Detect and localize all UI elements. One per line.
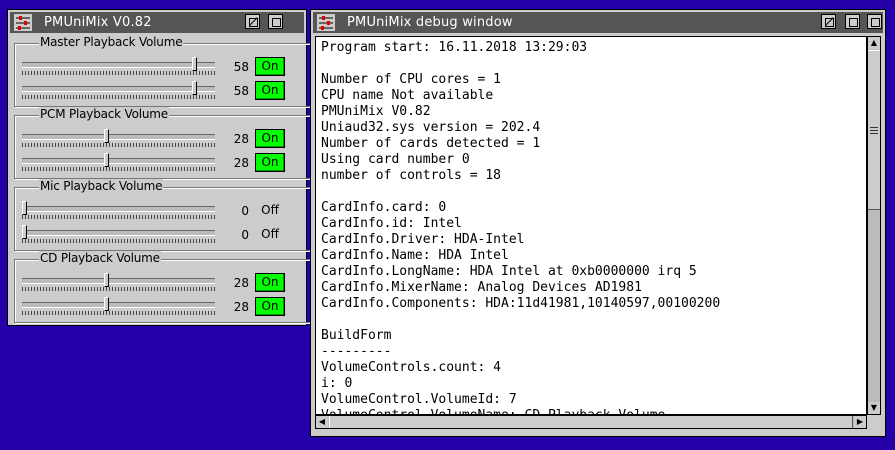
mixer-sliders-icon[interactable] — [14, 14, 32, 31]
scroll-down-arrow-icon[interactable]: ▼ — [868, 402, 880, 414]
scroll-right-arrow-icon[interactable]: ▶ — [854, 416, 866, 428]
channel-row: 0 Off — [15, 225, 315, 247]
volume-slider-track[interactable] — [22, 278, 215, 284]
slider-ticks — [22, 287, 215, 291]
mute-toggle-button[interactable]: On — [255, 57, 285, 76]
volume-value: 58 — [233, 84, 249, 98]
mute-toggle-button[interactable]: On — [255, 297, 285, 316]
volume-group-label: CD Playback Volume — [39, 251, 161, 265]
channel-row: 0 Off — [15, 201, 315, 223]
slider-ticks — [22, 215, 215, 219]
slider-ticks — [22, 311, 215, 315]
volume-group: CD Playback Volume 28 On 28 On — [14, 251, 316, 323]
volume-slider-track[interactable] — [22, 134, 215, 140]
debug-titlebar[interactable]: PMUniMix debug window — [313, 12, 883, 33]
mute-toggle-button[interactable]: Off — [255, 201, 285, 220]
volume-group-label: PCM Playback Volume — [39, 107, 169, 121]
volume-slider-thumb[interactable] — [104, 153, 110, 167]
volume-slider-thumb[interactable] — [104, 129, 110, 143]
volume-slider-track[interactable] — [22, 62, 215, 68]
channel-row: 28 On — [15, 273, 315, 295]
volume-value: 0 — [241, 228, 249, 242]
maximize-icon[interactable] — [845, 14, 860, 29]
scroll-left-arrow-icon[interactable]: ◀ — [316, 416, 328, 428]
mute-toggle-button[interactable]: On — [255, 129, 285, 148]
debug-log-text: Program start: 16.11.2018 13:29:03 Numbe… — [321, 40, 721, 414]
debug-window: PMUniMix debug window Program start: 16.… — [310, 9, 886, 437]
slider-ticks — [22, 143, 215, 147]
debug-window-title: PMUniMix debug window — [347, 15, 513, 30]
volume-slider-track[interactable] — [22, 302, 215, 308]
mute-toggle-button[interactable]: On — [255, 81, 285, 100]
volume-value: 28 — [233, 156, 249, 170]
minimize-icon[interactable] — [821, 14, 836, 29]
scroll-up-arrow-icon[interactable]: ▲ — [868, 37, 880, 49]
size-grip[interactable] — [867, 415, 881, 429]
volume-group: Master Playback Volume 58 On 58 On — [14, 35, 316, 107]
mixer-window-title: PMUniMix V0.82 — [44, 15, 152, 30]
volume-value: 28 — [233, 132, 249, 146]
volume-group-label: Master Playback Volume — [39, 35, 184, 49]
volume-slider-track[interactable] — [22, 86, 215, 92]
vertical-scroll-thumb[interactable] — [868, 50, 880, 210]
vertical-scrollbar[interactable]: ▲ ▼ — [867, 36, 881, 415]
volume-slider-thumb[interactable] — [22, 225, 27, 239]
mute-toggle-button[interactable]: On — [255, 153, 285, 172]
channel-row: 28 On — [15, 129, 315, 151]
mixer-titlebar[interactable]: PMUniMix V0.82 — [10, 12, 304, 33]
minimize-icon[interactable] — [245, 14, 260, 29]
volume-value: 0 — [241, 204, 249, 218]
volume-slider-track[interactable] — [22, 206, 215, 212]
mute-toggle-button[interactable]: Off — [255, 225, 285, 244]
channel-row: 28 On — [15, 297, 315, 319]
mixer-sliders-icon[interactable] — [317, 14, 335, 31]
horizontal-scrollbar[interactable]: ◀ ▶ — [315, 415, 867, 429]
volume-value: 28 — [233, 276, 249, 290]
volume-group: Mic Playback Volume 0 Off 0 Off — [14, 179, 316, 251]
volume-value: 58 — [233, 60, 249, 74]
debug-log-area[interactable]: Program start: 16.11.2018 13:29:03 Numbe… — [315, 36, 867, 415]
mute-toggle-button[interactable]: On — [255, 273, 285, 292]
volume-slider-track[interactable] — [22, 158, 215, 164]
volume-slider-thumb[interactable] — [104, 273, 110, 287]
channel-row: 58 On — [15, 81, 315, 103]
horizontal-scroll-thumb[interactable] — [329, 416, 853, 428]
slider-ticks — [22, 95, 215, 99]
slider-ticks — [22, 239, 215, 243]
channel-row: 58 On — [15, 57, 315, 79]
volume-value: 28 — [233, 300, 249, 314]
volume-group: PCM Playback Volume 28 On 28 On — [14, 107, 316, 179]
channel-row: 28 On — [15, 153, 315, 175]
restore-icon[interactable] — [867, 14, 882, 29]
volume-slider-thumb[interactable] — [22, 201, 27, 215]
mixer-window: PMUniMix V0.82 Master Playback Volume 58 O… — [7, 9, 316, 326]
volume-slider-track[interactable] — [22, 230, 215, 236]
volume-slider-thumb[interactable] — [192, 81, 198, 95]
volume-slider-thumb[interactable] — [104, 297, 110, 311]
maximize-icon[interactable] — [268, 14, 283, 29]
volume-slider-thumb[interactable] — [192, 57, 198, 71]
volume-group-label: Mic Playback Volume — [39, 179, 164, 193]
slider-ticks — [22, 71, 215, 75]
slider-ticks — [22, 167, 215, 171]
